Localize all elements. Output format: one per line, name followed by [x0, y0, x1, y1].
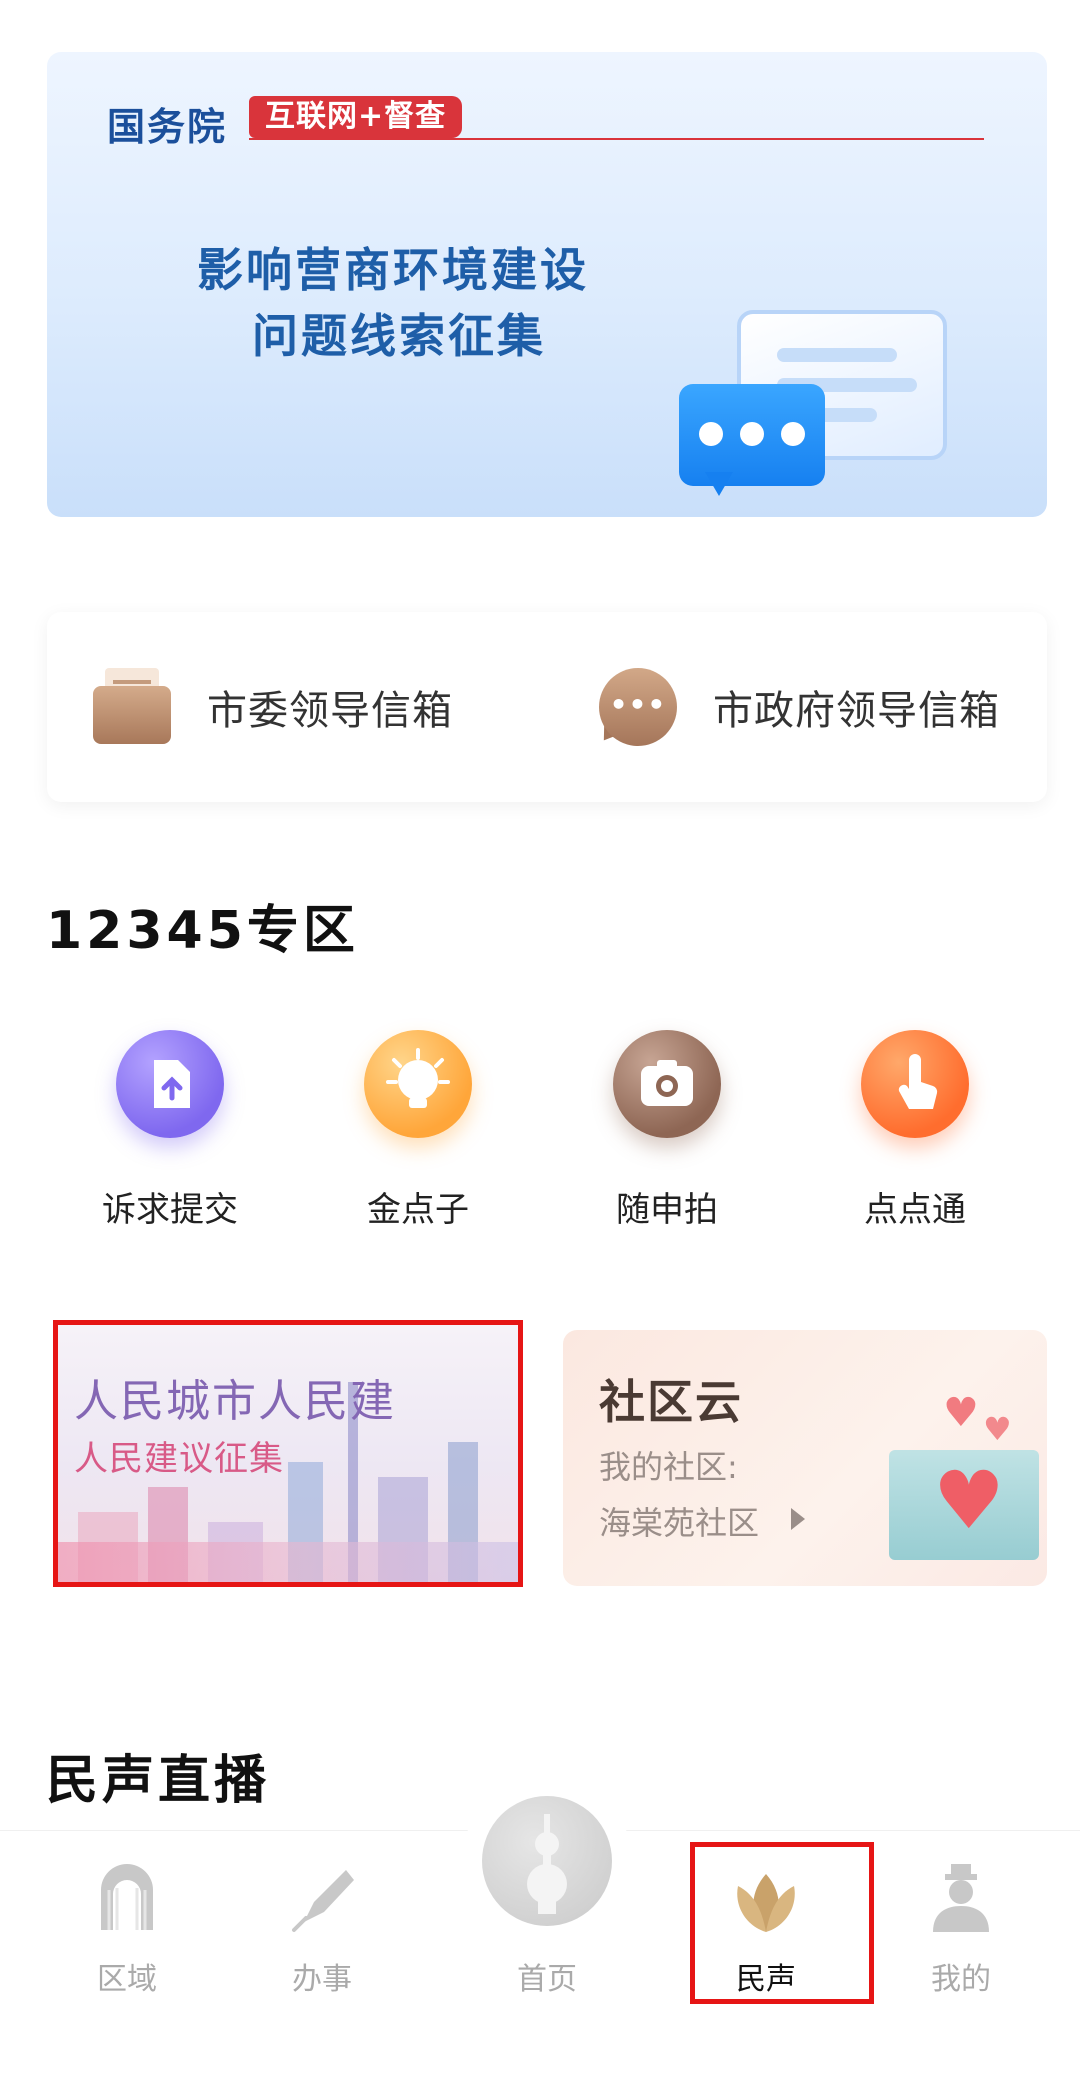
service-label: 诉求提交	[102, 1190, 238, 1230]
service-golden-idea[interactable]: 金点子	[318, 1030, 518, 1231]
service-label: 点点通	[864, 1190, 966, 1230]
person-icon	[923, 1860, 999, 1936]
nav-label: 办事	[292, 1962, 352, 1997]
banner-title-line1: 影响营商环境建设	[197, 243, 589, 297]
government-mailbox-button[interactable]: ••• 市政府领导信箱	[594, 612, 1000, 802]
heart-icon: ♥	[933, 1454, 1005, 1547]
nav-tab-services[interactable]: 办事	[247, 1830, 397, 2030]
zone-12345-title: 12345专区	[46, 901, 359, 961]
city-card-title: 人民城市人民建	[74, 1376, 396, 1427]
chevron-right-icon	[791, 1508, 805, 1530]
mailbox-label: 市政府领导信箱	[713, 688, 1000, 734]
chat-dots-icon	[679, 384, 825, 486]
chat-bubble-icon: •••	[594, 668, 677, 748]
service-snapshot[interactable]: 随申拍	[567, 1030, 767, 1231]
nav-tab-region[interactable]: 区域	[52, 1830, 202, 2030]
leader-mailbox-card: 市委领导信箱 ••• 市政府领导信箱	[47, 612, 1047, 802]
nav-label: 我的	[931, 1962, 991, 1997]
nav-tab-home[interactable]: 首页	[472, 1830, 622, 2030]
nav-label: 首页	[517, 1962, 577, 1997]
community-cloud-card[interactable]: 社区云 我的社区: 海棠苑社区 ♥ ♥ ♥	[563, 1330, 1047, 1586]
envelope-icon	[93, 668, 171, 746]
upload-file-icon	[116, 1030, 224, 1138]
banner-divider	[249, 138, 984, 140]
banner-title-line2: 问题线索征集	[252, 309, 546, 363]
city-card-subtitle: 人民建议征集	[74, 1439, 284, 1479]
service-tap-through[interactable]: 点点通	[815, 1030, 1015, 1231]
community-card-title: 社区云	[599, 1375, 743, 1429]
people-city-card[interactable]: 人民城市人民建 人民建议征集	[53, 1320, 523, 1587]
mailbox-label: 市委领导信箱	[207, 688, 453, 734]
arch-gate-icon	[89, 1860, 165, 1936]
active-tab-highlight	[690, 1842, 874, 2004]
camera-icon	[613, 1030, 721, 1138]
live-broadcast-title: 民声直播	[46, 1751, 271, 1811]
tap-hand-icon	[861, 1030, 969, 1138]
service-submit-appeal[interactable]: 诉求提交	[70, 1030, 270, 1231]
community-label: 我的社区:	[599, 1448, 738, 1486]
nav-tab-profile[interactable]: 我的	[886, 1830, 1036, 2030]
lightbulb-icon	[364, 1030, 472, 1138]
banner-tag: 互联网+督查	[249, 96, 463, 138]
pen-nib-icon	[284, 1860, 360, 1936]
community-name: 海棠苑社区	[599, 1504, 760, 1542]
party-committee-mailbox-button[interactable]: 市委领导信箱	[93, 612, 453, 802]
banner-carousel[interactable]: 国务院 互联网+督查 影响营商环境建设 问题线索征集	[47, 52, 1047, 517]
service-label: 随申拍	[616, 1190, 718, 1230]
service-label: 金点子	[367, 1190, 469, 1230]
nav-label: 区域	[97, 1962, 157, 1997]
banner-org-text: 国务院	[107, 105, 228, 149]
